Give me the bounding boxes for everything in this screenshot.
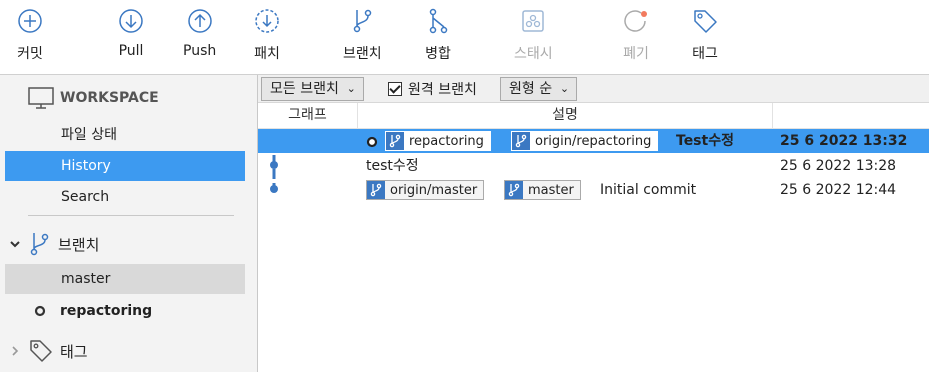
tag-label: 태그	[692, 46, 718, 62]
merge-label: 병합	[425, 46, 451, 62]
chevron-down-icon: ⌄	[559, 82, 570, 95]
tags-label: 태그	[60, 342, 88, 361]
tags-section-header[interactable]: 태그	[8, 338, 88, 364]
sidebar-item-branch-current[interactable]: repactoring	[34, 303, 152, 319]
discard-icon	[624, 10, 647, 32]
branch-icon	[354, 9, 372, 33]
remote-branch-badge[interactable]: origin/master	[366, 180, 485, 200]
commit-date: 25 6 2022 13:28	[780, 158, 897, 174]
workspace-title: WORKSPACE	[60, 90, 159, 106]
sidebar: WORKSPACE 파일 상태 History Search 브랜치 maste…	[0, 75, 258, 372]
history-panel: 모든 브랜치 ⌄ 원격 브랜치 원형 순 ⌄ 그래프 설명 repactorin…	[258, 75, 929, 372]
table-row[interactable]: test수정 25 6 2022 13:28	[258, 154, 929, 178]
table-row[interactable]: origin/master master Initial commit 25 6…	[258, 178, 929, 202]
filter-bar: 모든 브랜치 ⌄ 원격 브랜치 원형 순 ⌄	[258, 75, 929, 103]
sort-order-value: 원형 순	[509, 81, 553, 97]
patch-icon	[255, 9, 279, 33]
arrow-up-circle-icon	[187, 9, 212, 33]
chevron-down-icon: ⌄	[346, 82, 356, 95]
column-description[interactable]: 설명	[358, 103, 773, 129]
tag-button[interactable]: 태그	[690, 6, 720, 66]
remote-branch-label: 원격 브랜치	[408, 82, 477, 98]
branch-icon	[512, 132, 530, 150]
branch-icon	[367, 181, 385, 199]
remote-branch-checkbox[interactable]: 원격 브랜치	[388, 79, 477, 99]
commit-date: 25 6 2022 13:32	[780, 133, 908, 149]
commit-date: 25 6 2022 12:44	[780, 182, 897, 198]
arrow-down-circle-icon	[119, 9, 143, 33]
merge-button[interactable]: 병합	[423, 6, 453, 66]
stash-button[interactable]: 스태시	[514, 6, 553, 66]
patch-button[interactable]: 패치	[252, 6, 282, 66]
table-row[interactable]: repactoring origin/repactoring Test수정 25…	[258, 129, 929, 153]
branch-badge[interactable]: master	[504, 180, 581, 200]
remote-branch-badge-label: origin/repactoring	[535, 133, 652, 149]
discard-button[interactable]: 폐기	[621, 6, 651, 66]
sidebar-item-search[interactable]: Search	[5, 182, 245, 212]
branch-button[interactable]: 브랜치	[343, 6, 382, 66]
branch-icon	[30, 233, 49, 256]
stash-label: 스태시	[514, 46, 553, 62]
patch-label: 패치	[254, 46, 280, 62]
branch-badge[interactable]: repactoring	[385, 131, 491, 151]
sidebar-item-branch-master[interactable]: master	[5, 264, 245, 294]
commit-label: 커밋	[17, 46, 43, 62]
column-header: 그래프 설명	[258, 103, 929, 129]
push-label: Push	[183, 43, 217, 59]
merge-icon	[429, 8, 448, 34]
branch-badge-label: repactoring	[409, 133, 484, 149]
branch-icon	[505, 181, 523, 199]
branch-icon	[386, 132, 404, 150]
chevron-right-icon	[12, 346, 19, 356]
sidebar-item-history[interactable]: History	[5, 151, 245, 181]
commit-message: Test수정	[676, 133, 734, 149]
remote-branch-badge[interactable]: origin/repactoring	[511, 131, 659, 151]
monitor-icon	[28, 87, 54, 109]
commit-message: test수정	[366, 158, 419, 174]
plus-circle-icon	[18, 9, 42, 33]
branch-label: 브랜치	[343, 46, 382, 62]
branch-filter-value: 모든 브랜치	[270, 81, 339, 97]
branch-badge-label: master	[528, 182, 574, 198]
sort-order-dropdown[interactable]: 원형 순 ⌄	[500, 77, 578, 101]
checkbox-checked-icon[interactable]	[388, 82, 402, 96]
toolbar: 커밋 Pull Push 패치 브랜치 병합 스태시 폐기 태그	[0, 0, 929, 75]
push-button[interactable]: Push	[183, 6, 216, 66]
sidebar-divider	[28, 215, 234, 216]
branches-section-header[interactable]: 브랜치	[8, 231, 99, 257]
chevron-down-icon	[10, 241, 20, 248]
current-branch-dot-icon	[34, 305, 46, 317]
current-branch-dot-icon	[366, 136, 378, 148]
remote-branch-badge-label: origin/master	[390, 182, 478, 198]
branches-label: 브랜치	[58, 235, 100, 254]
branch-filter-dropdown[interactable]: 모든 브랜치 ⌄	[261, 77, 364, 101]
column-graph[interactable]: 그래프	[258, 103, 358, 129]
pull-label: Pull	[118, 43, 144, 59]
tag-icon	[30, 340, 52, 362]
stash-icon	[522, 10, 545, 32]
commit-button[interactable]: 커밋	[15, 6, 45, 66]
sidebar-item-file-status[interactable]: 파일 상태	[5, 120, 245, 150]
current-branch-label: repactoring	[60, 303, 153, 319]
commit-message: Initial commit	[600, 182, 697, 198]
pull-button[interactable]: Pull	[116, 6, 146, 66]
discard-label: 폐기	[623, 46, 649, 62]
workspace-header: WORKSPACE	[28, 87, 159, 109]
tag-icon	[694, 10, 717, 33]
